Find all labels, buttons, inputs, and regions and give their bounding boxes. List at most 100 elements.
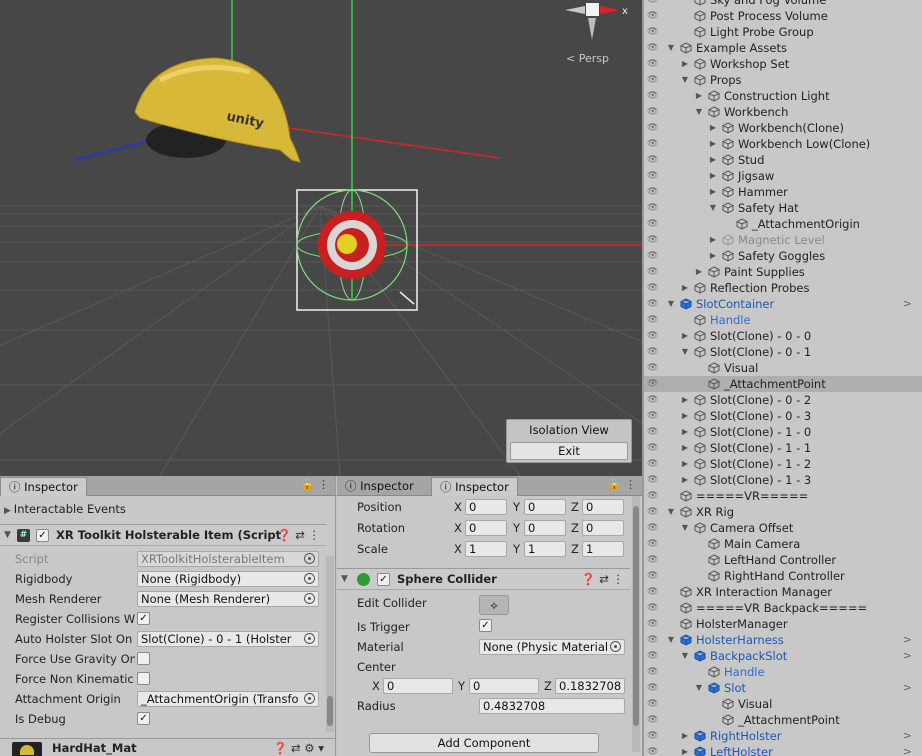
collider-enabled-checkbox[interactable]: ✓	[377, 573, 390, 586]
open-prefab-chevron-icon[interactable]: >	[903, 296, 912, 312]
visibility-eye-icon[interactable]: 👁	[647, 347, 661, 357]
edit-collider-button[interactable]: ⟡	[479, 595, 509, 615]
chevron-right-icon[interactable]: ▶	[680, 408, 690, 424]
center-z-field[interactable]: 0.1832708	[555, 678, 625, 694]
visibility-eye-icon[interactable]: 👁	[647, 11, 661, 21]
visibility-eye-icon[interactable]: 👁	[647, 683, 661, 693]
open-prefab-chevron-icon[interactable]: >	[903, 632, 912, 648]
chevron-right-icon[interactable]: ▶	[680, 728, 690, 744]
property-checkbox[interactable]	[137, 652, 150, 665]
persp-label[interactable]: < Persp	[566, 52, 609, 65]
chevron-down-icon[interactable]: ▼	[666, 504, 676, 520]
chevron-right-icon[interactable]: ▶	[708, 184, 718, 200]
visibility-eye-icon[interactable]: 👁	[647, 27, 661, 37]
chevron-right-icon[interactable]: ▶	[694, 88, 704, 104]
object-picker-icon[interactable]	[304, 633, 315, 644]
hierarchy-item[interactable]: 👁 Post Process Volume	[644, 8, 922, 24]
property-checkbox[interactable]: ✓	[137, 712, 150, 725]
transform-x-field[interactable]: 0	[465, 499, 507, 515]
hierarchy-item[interactable]: 👁 ▶ Workshop Set	[644, 56, 922, 72]
hierarchy-item[interactable]: 👁 ▶ Magnetic Level	[644, 232, 922, 248]
visibility-eye-icon[interactable]: 👁	[647, 491, 661, 501]
object-picker-icon[interactable]	[304, 593, 315, 604]
inspector-right-scrollbar[interactable]	[632, 496, 640, 752]
visibility-eye-icon[interactable]: 👁	[647, 203, 661, 213]
object-picker-icon[interactable]	[610, 641, 621, 652]
chevron-down-icon[interactable]: ▼	[694, 680, 704, 696]
chevron-down-icon[interactable]: ▼	[680, 344, 690, 360]
chevron-right-icon[interactable]: ▶	[694, 264, 704, 280]
component-menu-icon[interactable]: ❓ ⇄ ⋮	[581, 569, 624, 589]
visibility-eye-icon[interactable]: 👁	[647, 635, 661, 645]
tab-inspector-1[interactable]: ⓘ Inspector	[337, 477, 422, 496]
chevron-right-icon[interactable]: ▶	[680, 744, 690, 756]
visibility-eye-icon[interactable]: 👁	[647, 331, 661, 341]
hierarchy-item[interactable]: 👁 _AttachmentPoint	[644, 712, 922, 728]
tab-inspector-2[interactable]: ⓘ Inspector	[431, 477, 518, 496]
hierarchy-item[interactable]: 👁 Visual	[644, 360, 922, 376]
radius-field[interactable]: 0.4832708	[479, 698, 625, 714]
orientation-gizmo[interactable]: x	[565, 3, 628, 40]
hierarchy-item[interactable]: 👁 LeftHand Controller	[644, 552, 922, 568]
chevron-right-icon[interactable]: ▶	[708, 248, 718, 264]
scene-view[interactable]: unity x < Persp Isolation View Exit	[0, 0, 642, 476]
hierarchy-item[interactable]: 👁 =====VR Backpack=====	[644, 600, 922, 616]
hierarchy-item[interactable]: 👁 ▶ Slot(Clone) - 1 - 3	[644, 472, 922, 488]
visibility-eye-icon[interactable]: 👁	[647, 427, 661, 437]
component-menu-icon[interactable]: ❓ ⇄ ⋮	[277, 525, 320, 545]
visibility-eye-icon[interactable]: 👁	[647, 619, 661, 629]
transform-z-field[interactable]: 0	[582, 499, 624, 515]
chevron-right-icon[interactable]: ▶	[680, 440, 690, 456]
hierarchy-item[interactable]: 👁 ▶ Slot(Clone) - 0 - 0	[644, 328, 922, 344]
hierarchy-item[interactable]: 👁 ▶ Workbench Low(Clone)	[644, 136, 922, 152]
hierarchy-item[interactable]: 👁 Handle	[644, 312, 922, 328]
visibility-eye-icon[interactable]: 👁	[647, 363, 661, 373]
visibility-eye-icon[interactable]: 👁	[647, 155, 661, 165]
chevron-down-icon[interactable]: ▼	[680, 520, 690, 536]
hierarchy-item[interactable]: 👁 ▼ SlotContainer >	[644, 296, 922, 312]
transform-x-field[interactable]: 1	[465, 541, 507, 557]
transform-z-field[interactable]: 0	[582, 520, 624, 536]
visibility-eye-icon[interactable]: 👁	[647, 395, 661, 405]
interactable-events-foldout[interactable]: ▶ Interactable Events	[4, 500, 126, 518]
hierarchy-item[interactable]: 👁 ▼ HolsterHarness >	[644, 632, 922, 648]
open-prefab-chevron-icon[interactable]: >	[903, 680, 912, 696]
object-picker-icon[interactable]	[304, 693, 315, 704]
visibility-eye-icon[interactable]: 👁	[647, 315, 661, 325]
hierarchy-item[interactable]: 👁 ▼ BackpackSlot >	[644, 648, 922, 664]
visibility-eye-icon[interactable]: 👁	[647, 283, 661, 293]
open-prefab-chevron-icon[interactable]: >	[903, 728, 912, 744]
visibility-eye-icon[interactable]: 👁	[647, 571, 661, 581]
visibility-eye-icon[interactable]: 👁	[647, 171, 661, 181]
chevron-down-icon[interactable]: ▼	[680, 72, 690, 88]
visibility-eye-icon[interactable]: 👁	[647, 507, 661, 517]
chevron-right-icon[interactable]: ▶	[680, 328, 690, 344]
hierarchy-item[interactable]: 👁 Sky and Fog Volume	[644, 0, 922, 8]
visibility-eye-icon[interactable]: 👁	[647, 443, 661, 453]
transform-y-field[interactable]: 0	[524, 520, 566, 536]
hierarchy-item[interactable]: 👁 RightHand Controller	[644, 568, 922, 584]
hierarchy-item[interactable]: 👁 Handle	[644, 664, 922, 680]
chevron-down-icon[interactable]: ▼	[666, 632, 676, 648]
hierarchy-item[interactable]: 👁 ▶ Workbench(Clone)	[644, 120, 922, 136]
visibility-eye-icon[interactable]: 👁	[647, 715, 661, 725]
hierarchy-item[interactable]: 👁 ▶ Stud	[644, 152, 922, 168]
hierarchy-item[interactable]: 👁 ▼ Safety Hat	[644, 200, 922, 216]
visibility-eye-icon[interactable]: 👁	[647, 91, 661, 101]
chevron-right-icon[interactable]: ▶	[708, 152, 718, 168]
object-reference-field[interactable]: None (Rigidbody)	[137, 571, 319, 587]
visibility-eye-icon[interactable]: 👁	[647, 235, 661, 245]
visibility-eye-icon[interactable]: 👁	[647, 459, 661, 469]
hierarchy-item[interactable]: 👁 =====VR=====	[644, 488, 922, 504]
chevron-down-icon[interactable]: ▼	[666, 296, 676, 312]
hierarchy-item[interactable]: 👁 _AttachmentOrigin	[644, 216, 922, 232]
transform-y-field[interactable]: 0	[524, 499, 566, 515]
visibility-eye-icon[interactable]: 👁	[647, 699, 661, 709]
hierarchy-item[interactable]: 👁 ▼ Camera Offset	[644, 520, 922, 536]
hierarchy-item[interactable]: 👁 ▶ Reflection Probes	[644, 280, 922, 296]
property-checkbox[interactable]	[137, 672, 150, 685]
visibility-eye-icon[interactable]: 👁	[647, 59, 661, 69]
chevron-right-icon[interactable]: ▶	[680, 472, 690, 488]
object-reference-field[interactable]: None (Mesh Renderer)	[137, 591, 319, 607]
transform-y-field[interactable]: 1	[524, 541, 566, 557]
